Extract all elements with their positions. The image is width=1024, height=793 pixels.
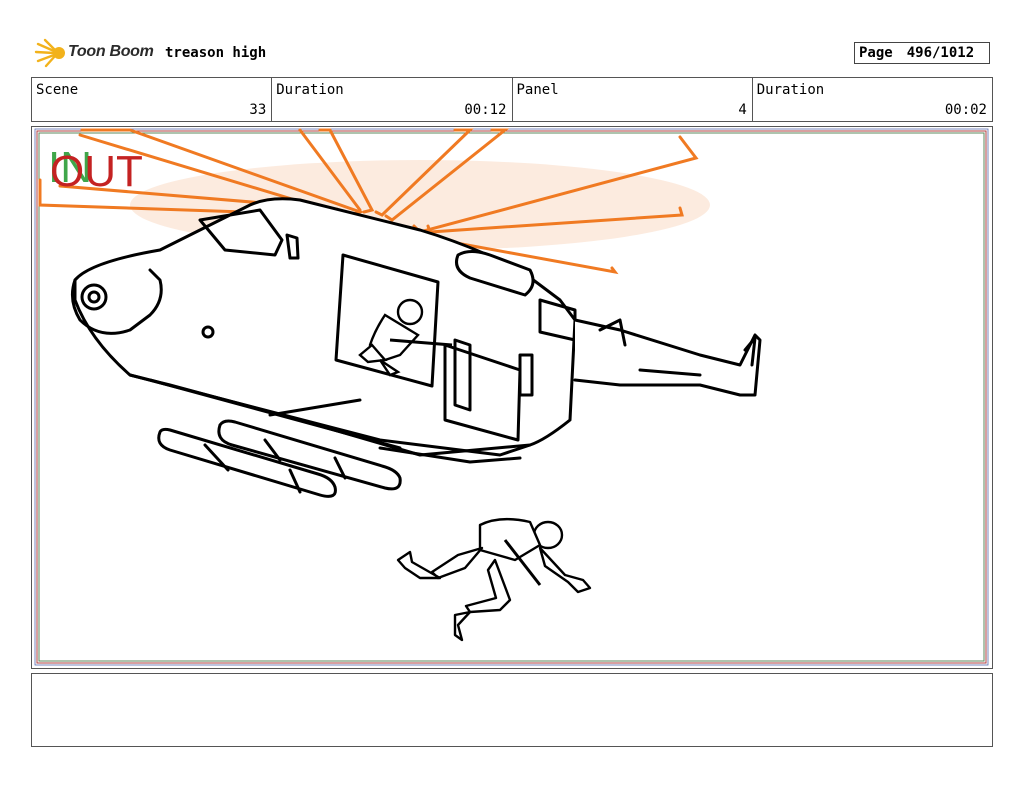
- helicopter: [70, 197, 762, 498]
- out-marker: OUT: [50, 147, 143, 196]
- notes-box[interactable]: [31, 673, 993, 747]
- falling-figure: [396, 517, 592, 642]
